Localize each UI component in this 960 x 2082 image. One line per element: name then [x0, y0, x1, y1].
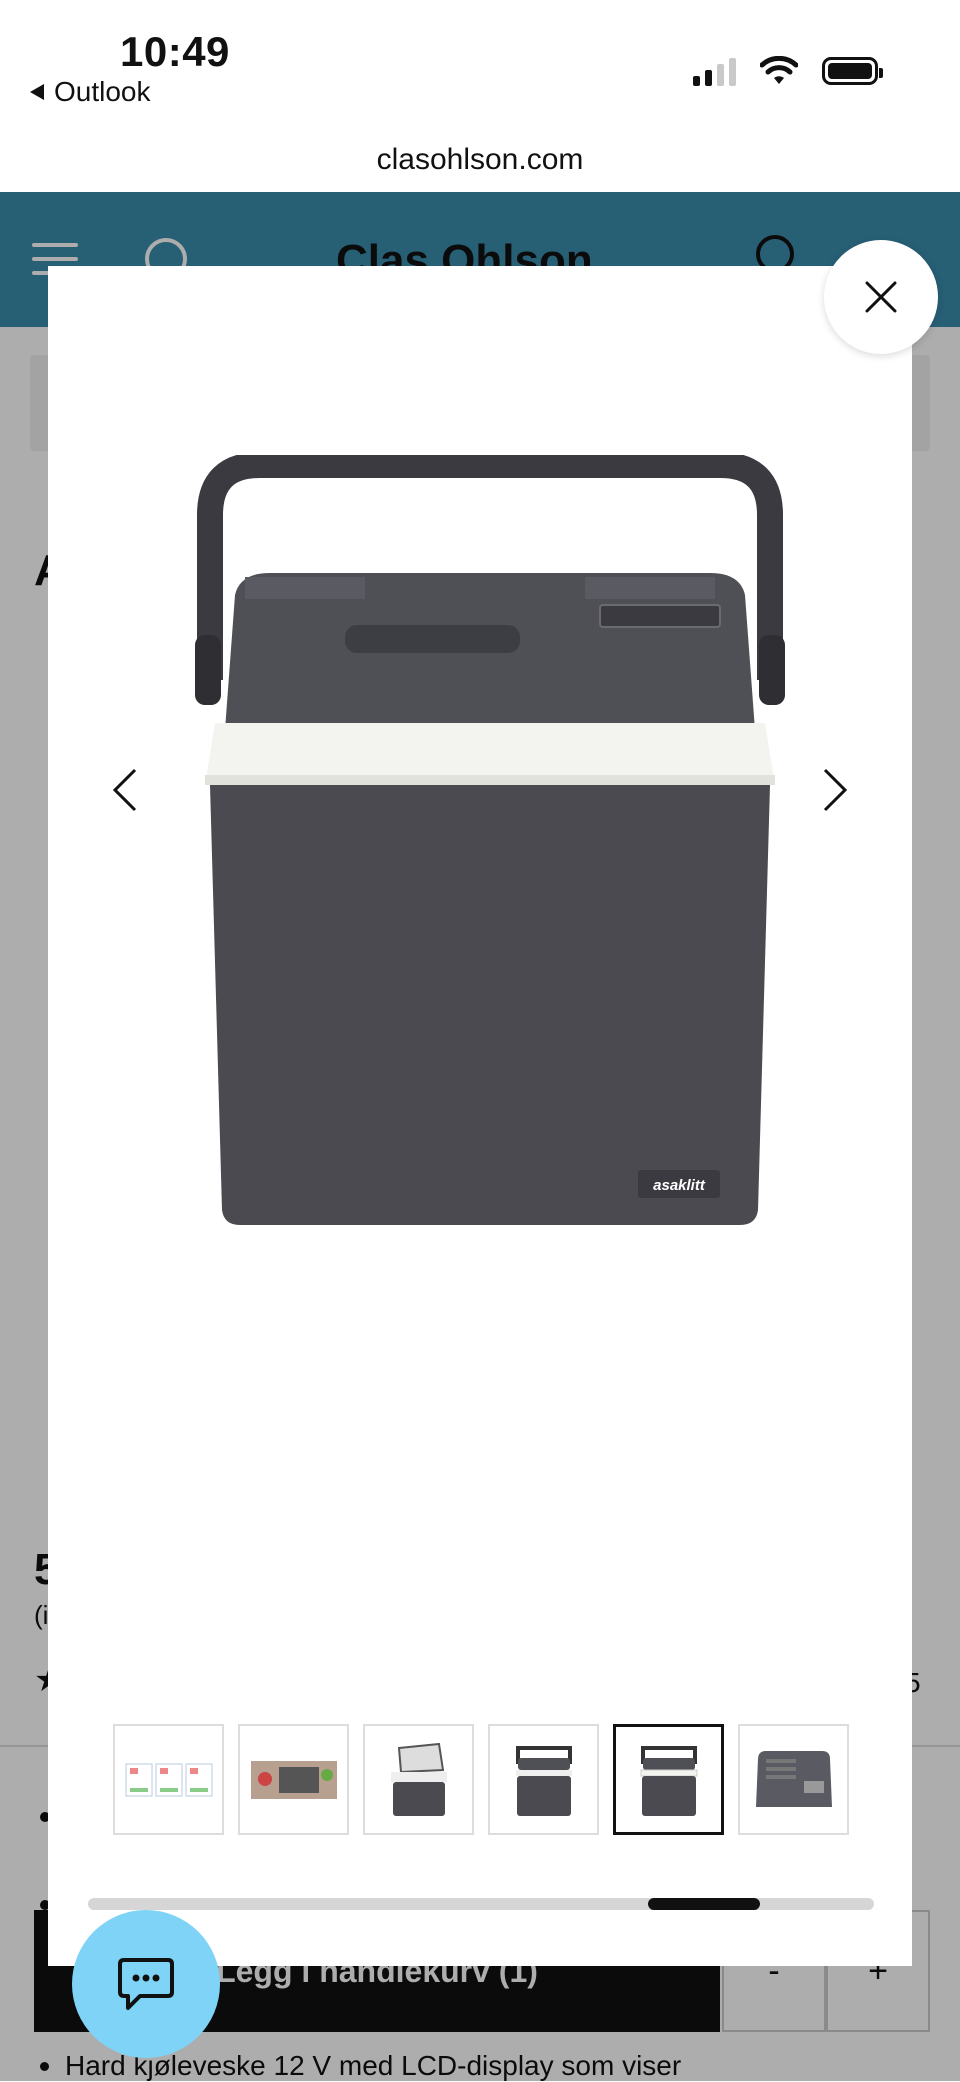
status-icons: [693, 56, 883, 86]
close-button[interactable]: [824, 240, 938, 354]
product-image: asaklitt: [195, 455, 785, 1225]
close-icon: [865, 281, 897, 313]
cooler-open-lid-thumbnail-image: [390, 1742, 447, 1816]
thumbnail-2[interactable]: [238, 1724, 349, 1835]
wifi-icon: [760, 56, 798, 84]
thumbnail-1[interactable]: [113, 1724, 224, 1835]
cooler-lid-panel-thumbnail-image: [755, 1750, 832, 1807]
next-image-button[interactable]: [815, 765, 855, 815]
previous-image-button[interactable]: [105, 765, 145, 815]
verified-badges-thumbnail-image: [125, 1763, 212, 1796]
thumbnail-5-selected[interactable]: [613, 1724, 724, 1835]
back-triangle-icon: [30, 84, 44, 100]
thumbnail-4[interactable]: [488, 1724, 599, 1835]
brand-badge: asaklitt: [653, 1177, 706, 1194]
thumbnail-3[interactable]: [363, 1724, 474, 1835]
cooler-front-thumbnail-image: [515, 1745, 572, 1816]
cellular-signal-icon: [693, 56, 736, 86]
thumbnail-6[interactable]: [738, 1724, 849, 1835]
cooler-with-food-thumbnail-image: [250, 1760, 337, 1799]
battery-icon: [822, 57, 883, 85]
status-bar: 10:49 Outlook: [0, 0, 960, 120]
chevron-right-icon: [823, 768, 847, 812]
url-bar[interactable]: clasohlson.com: [0, 120, 960, 192]
back-app-label: Outlook: [54, 76, 151, 107]
chevron-left-icon: [113, 768, 137, 812]
thumbnail-strip[interactable]: [113, 1724, 849, 1835]
thumbnail-scrollbar-thumb[interactable]: [648, 1898, 760, 1910]
chat-bubble-icon: [118, 1958, 174, 2010]
chat-button[interactable]: [72, 1910, 220, 2058]
status-time: 10:49: [120, 28, 230, 75]
cooler-front-white-thumbnail-image: [640, 1745, 697, 1816]
url-text: clasohlson.com: [376, 143, 584, 176]
back-to-app-link[interactable]: Outlook: [30, 76, 151, 108]
